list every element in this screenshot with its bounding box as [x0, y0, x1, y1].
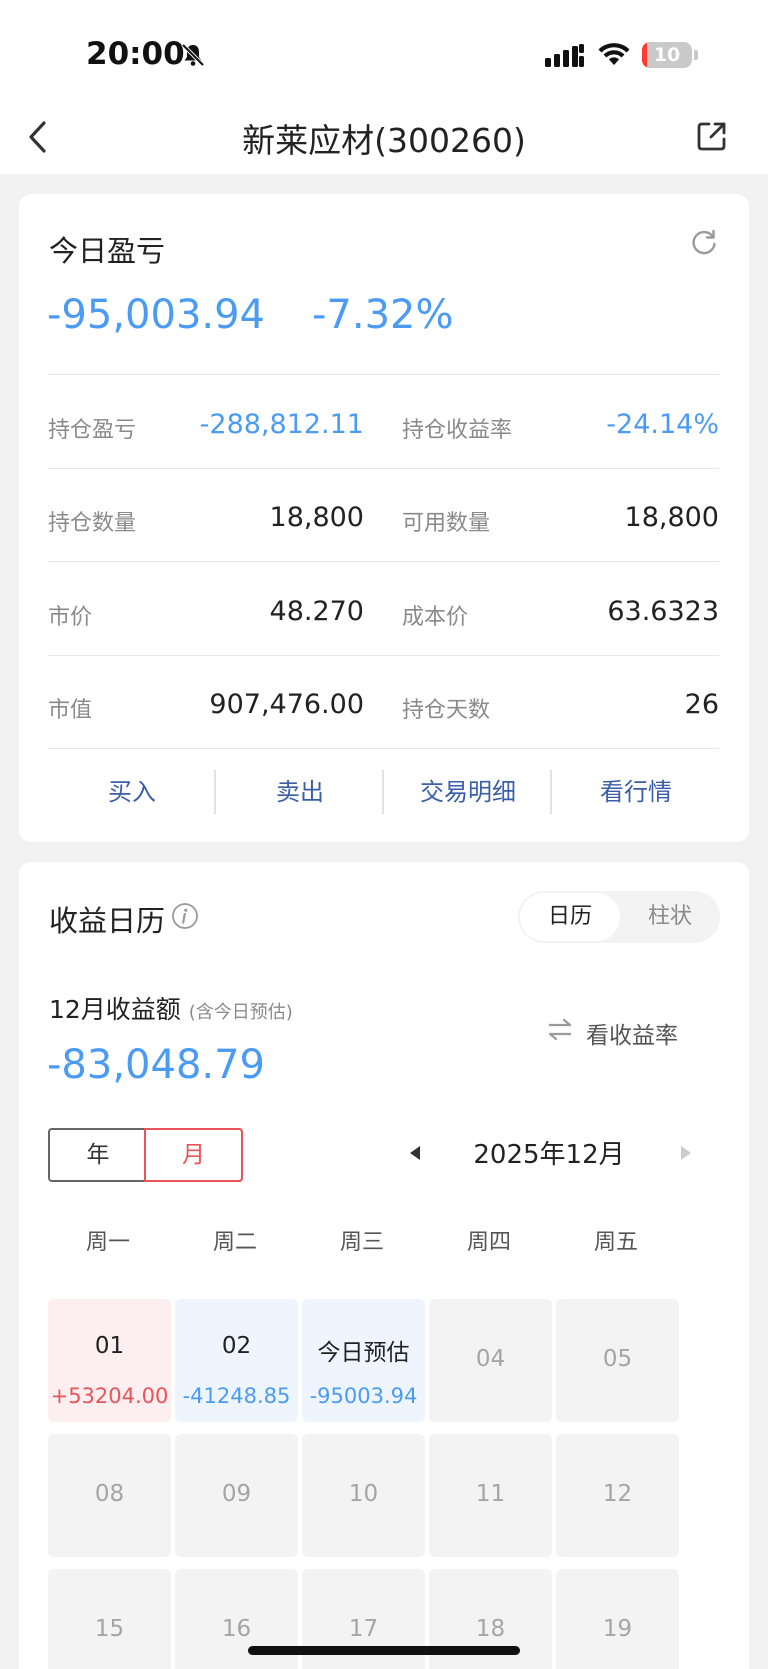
weekday-wed: 周三: [339, 1230, 384, 1255]
calendar-day-number: 17: [348, 1616, 379, 1642]
calendar-day-number: 10: [348, 1481, 379, 1507]
calendar-day-number: 02: [221, 1333, 252, 1359]
position-summary-card: 今日盈亏 -95,003.94 -7.32% 持仓盈亏 -288,812.11 …: [19, 194, 749, 842]
share-external-icon[interactable]: [694, 118, 730, 154]
calendar-day-number: 18: [475, 1616, 506, 1642]
divider: [48, 655, 719, 656]
page-title: 新莱应材(300260): [242, 121, 526, 160]
today-pnl-title: 今日盈亏: [49, 234, 166, 268]
info-icon[interactable]: [171, 902, 199, 930]
holding-days-value: 26: [684, 689, 719, 720]
calendar-day-number: 今日预估: [317, 1340, 410, 1366]
market-value-label: 市值: [48, 698, 93, 723]
weekday-mon: 周一: [85, 1230, 130, 1255]
calendar-day-number: 11: [475, 1481, 506, 1507]
wifi-icon: [598, 43, 630, 65]
action-separator: [214, 770, 216, 814]
calendar-day-number: 12: [602, 1481, 633, 1507]
calendar-day-value: -41248.85: [182, 1384, 291, 1408]
calendar-day-number: 01: [94, 1333, 125, 1359]
available-quantity-label: 可用数量: [402, 511, 491, 536]
refresh-icon[interactable]: [689, 228, 719, 258]
divider: [48, 748, 719, 749]
calendar-day-number: 04: [475, 1346, 506, 1372]
divider: [48, 561, 719, 562]
calendar-day-cell[interactable]: 01 +53204.00: [48, 1299, 171, 1422]
battery-percent: 10: [653, 44, 681, 66]
calendar-day-number: 16: [221, 1616, 252, 1642]
month-earnings-title: 12月收益额: [49, 995, 181, 1024]
calendar-day-value: +53204.00: [50, 1384, 169, 1408]
trade-details-button[interactable]: 交易明细: [388, 772, 548, 807]
holding-quantity-value: 18,800: [269, 502, 364, 533]
calendar-day-cell[interactable]: 08: [48, 1434, 171, 1557]
signal-icon: [545, 44, 584, 67]
divider: [48, 374, 719, 375]
market-value-value: 907,476.00: [209, 689, 364, 720]
sell-button[interactable]: 卖出: [220, 772, 380, 807]
cost-price-label: 成本价: [402, 605, 469, 630]
calendar-day-cell[interactable]: 今日预估 -95003.94: [302, 1299, 425, 1422]
holding-pnl-label: 持仓盈亏: [48, 418, 137, 443]
calendar-view-tab[interactable]: 日历: [520, 893, 620, 941]
calendar-day-cell[interactable]: 09: [175, 1434, 298, 1557]
calendar-day-value: -95003.94: [309, 1384, 418, 1408]
market-price-value: 48.270: [269, 596, 364, 627]
next-month-icon[interactable]: [679, 1145, 693, 1161]
calendar-day-number: 19: [602, 1616, 633, 1642]
calendar-day-number: 05: [602, 1346, 633, 1372]
view-return-rate-link[interactable]: 看收益率: [586, 1016, 678, 1050]
today-pnl-amount: -95,003.94: [47, 292, 266, 338]
holding-return-value: -24.14%: [606, 409, 719, 440]
action-separator: [382, 770, 384, 814]
calendar-day-number: 09: [221, 1481, 252, 1507]
calendar-day-cell[interactable]: 11: [429, 1434, 552, 1557]
calendar-day-number: 15: [94, 1616, 125, 1642]
month-earnings-note: (含今日预估): [188, 1002, 293, 1023]
holding-return-label: 持仓收益率: [402, 418, 513, 443]
home-indicator: [248, 1646, 520, 1655]
profit-calendar-card: 收益日历 日历 柱状 12月收益额 (含今日预估) -83,048.79 看收益…: [19, 862, 749, 1669]
battery-cap: [694, 50, 698, 60]
month-earnings-amount: -83,048.79: [47, 1042, 266, 1088]
action-separator: [550, 770, 552, 814]
available-quantity-value: 18,800: [624, 502, 719, 533]
calendar-day-cell[interactable]: 12: [556, 1434, 679, 1557]
swap-icon[interactable]: [546, 1018, 574, 1042]
holding-days-label: 持仓天数: [402, 698, 491, 723]
calendar-day-cell[interactable]: 19: [556, 1569, 679, 1669]
weekday-fri: 周五: [593, 1230, 638, 1255]
calendar-day-cell[interactable]: 10: [302, 1434, 425, 1557]
calendar-title: 收益日历: [49, 904, 166, 938]
cost-price-value: 63.6323: [607, 596, 719, 627]
view-mode-toggle: 日历 柱状: [518, 891, 720, 943]
calendar-day-cell[interactable]: 05: [556, 1299, 679, 1422]
weekday-thu: 周四: [466, 1230, 511, 1255]
today-pnl-percent: -7.32%: [312, 292, 454, 338]
month-earnings-label: 12月收益额 (含今日预估): [49, 990, 293, 1026]
holding-pnl-value: -288,812.11: [199, 409, 364, 440]
status-time: 20:00: [86, 36, 185, 72]
market-price-label: 市价: [48, 605, 93, 630]
weekday-tue: 周二: [212, 1230, 257, 1255]
bell-muted-icon: [181, 43, 205, 67]
holding-quantity-label: 持仓数量: [48, 511, 137, 536]
calendar-day-number: 08: [94, 1481, 125, 1507]
calendar-day-cell[interactable]: 04: [429, 1299, 552, 1422]
nav-bar: 新莱应材(300260): [0, 100, 768, 174]
bar-view-tab[interactable]: 柱状: [622, 893, 718, 941]
calendar-day-cell[interactable]: 15: [48, 1569, 171, 1669]
divider: [48, 468, 719, 469]
view-quote-button[interactable]: 看行情: [556, 772, 716, 807]
status-bar: 20:00 10: [0, 0, 768, 100]
calendar-day-cell[interactable]: 02 -41248.85: [175, 1299, 298, 1422]
battery-icon: 10: [642, 42, 692, 68]
period-segment: 年 月: [48, 1128, 243, 1182]
current-month: 2025年12月: [473, 1140, 625, 1170]
month-segment[interactable]: 月: [144, 1128, 243, 1182]
year-segment[interactable]: 年: [50, 1130, 146, 1180]
buy-button[interactable]: 买入: [52, 772, 212, 807]
prev-month-icon[interactable]: [408, 1145, 422, 1161]
